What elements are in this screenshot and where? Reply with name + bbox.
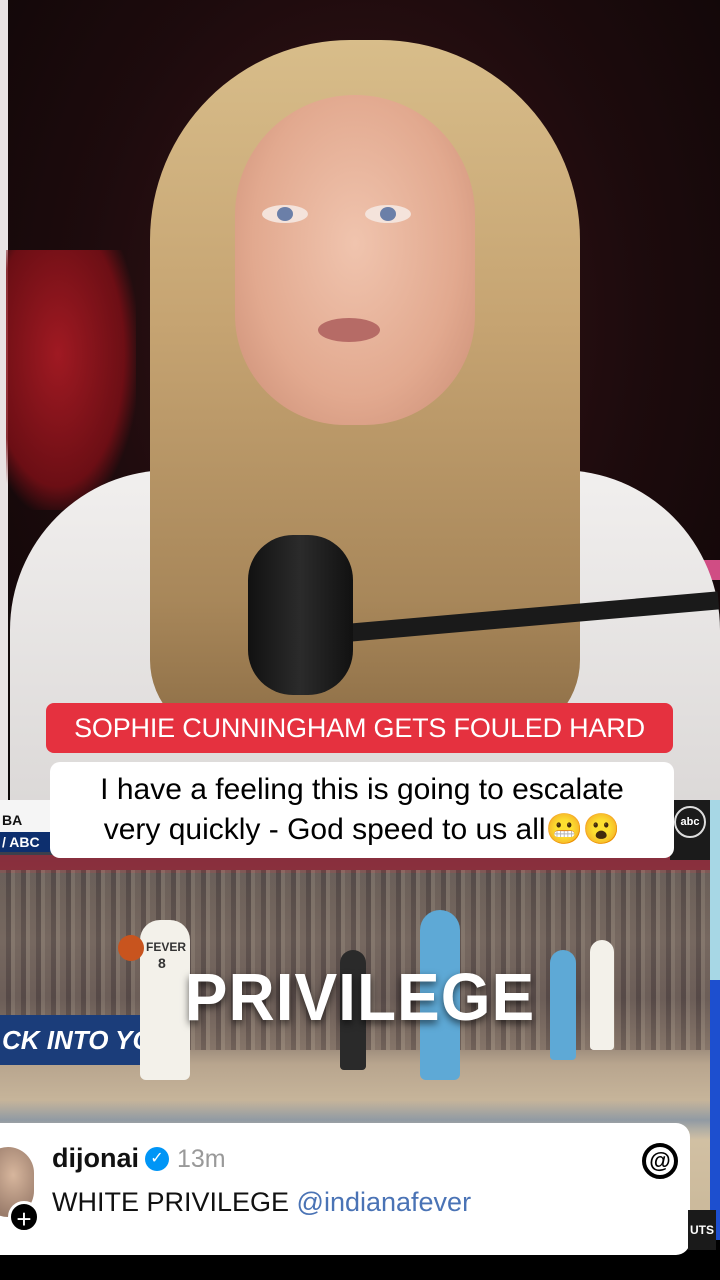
subtitle-line-1: I have a feeling this is going to escala… (100, 773, 624, 806)
host-mouth (318, 318, 380, 342)
post-username[interactable]: dijonai (52, 1143, 139, 1174)
post-text: WHITE PRIVILEGE @indianafever (52, 1187, 471, 1218)
host-eye-left (262, 205, 308, 223)
bottom-bar (0, 1256, 720, 1280)
headline-caption: SOPHIE CUNNINGHAM GETS FOULED HARD (46, 703, 673, 753)
follow-plus-icon[interactable]: + (8, 1201, 40, 1234)
threads-icon[interactable]: @ (642, 1143, 678, 1179)
host-eye-right (365, 205, 411, 223)
network-bug: BA / ABC (0, 800, 52, 852)
basketball (118, 935, 144, 961)
post-mention-link[interactable]: @indianafever (297, 1187, 472, 1217)
background-logo (6, 250, 136, 510)
subtitle-line-2: very quickly - God speed to us all😬😮 (103, 813, 621, 846)
overlay-word: PRIVILEGE (184, 959, 536, 1035)
microphone (248, 535, 353, 695)
host-face (235, 95, 475, 425)
post-body: WHITE PRIVILEGE (52, 1187, 297, 1217)
top-video-frame (0, 0, 720, 800)
right-edge-strip-top (710, 800, 720, 980)
jersey-team: FEVER (146, 940, 187, 954)
threads-post-card: + dijonai ✓ 13m @ WHITE PRIVILEGE @india… (0, 1123, 690, 1255)
subtitle-caption: I have a feeling this is going to escala… (50, 762, 674, 858)
post-time: 13m (177, 1145, 226, 1173)
corner-logo: UTS (688, 1210, 716, 1250)
verified-badge-icon: ✓ (145, 1147, 169, 1171)
abc-logo: abc (670, 800, 710, 860)
